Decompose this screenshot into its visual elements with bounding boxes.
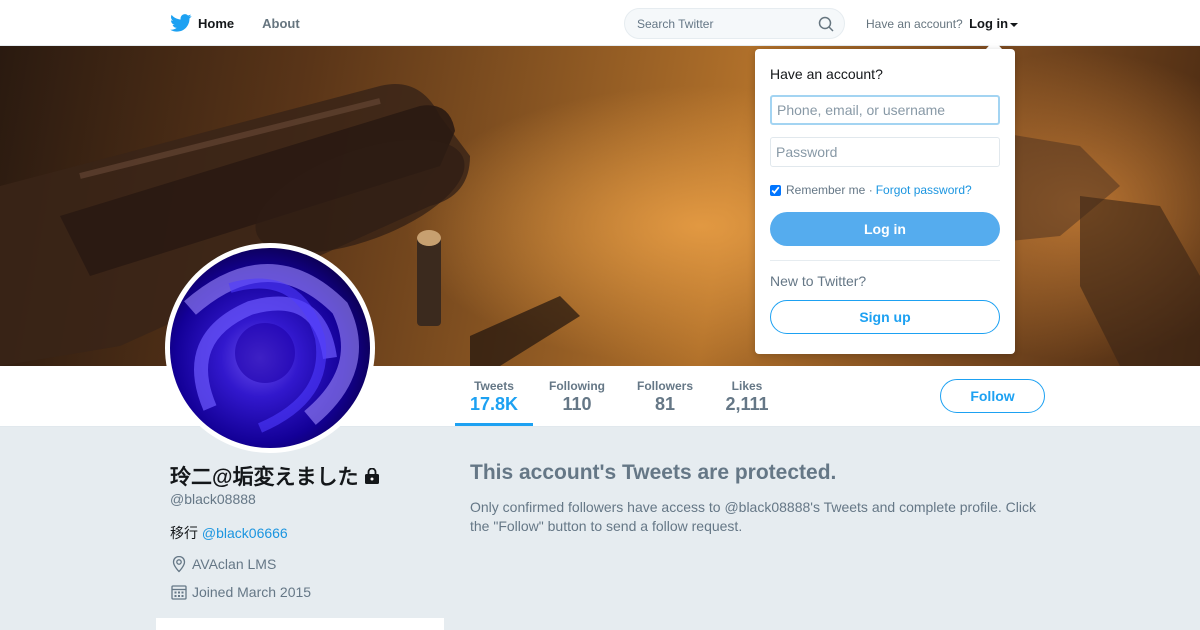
remember-row: Remember me · Forgot password? <box>770 183 972 197</box>
login-link-label: Log in <box>969 16 1009 31</box>
dropdown-caret <box>986 40 1002 49</box>
stat-label: Following <box>549 379 605 393</box>
sidebar-card <box>156 618 444 630</box>
dropdown-divider <box>770 260 1000 261</box>
profile-bio: 移行 @black06666 <box>170 523 288 543</box>
avatar[interactable] <box>165 243 375 453</box>
protected-description: Only confirmed followers have access to … <box>470 499 1037 534</box>
profile-joined: Joined March 2015 <box>170 583 311 601</box>
profile-name-text: 玲二@垢変えました <box>170 466 359 489</box>
caret-down-icon <box>1010 22 1019 27</box>
signup-button[interactable]: Sign up <box>770 300 1000 334</box>
calendar-icon <box>171 585 187 600</box>
bio-text: 移行 <box>170 525 202 541</box>
stat-value: 110 <box>562 394 592 414</box>
stat-label: Likes <box>731 379 763 393</box>
stat-following[interactable]: Following 110 <box>540 366 614 426</box>
login-dropdown: Have an account? Remember me · Forgot pa… <box>755 49 1015 354</box>
login-dropdown-title: Have an account? <box>770 66 883 82</box>
password-field[interactable] <box>770 137 1000 167</box>
profile-location: AVAclan LMS <box>170 555 276 573</box>
forgot-password-link[interactable]: Forgot password? <box>876 183 972 197</box>
follow-button[interactable]: Follow <box>940 379 1045 413</box>
location-pin-icon <box>172 555 186 573</box>
have-account-text: Have an account? <box>866 17 963 31</box>
location-text: AVAclan LMS <box>192 556 277 572</box>
avatar-image <box>170 248 370 448</box>
stat-label: Followers <box>636 379 693 393</box>
avatar-swirl <box>184 264 359 433</box>
protected-title: This account's Tweets are protected. <box>470 461 837 484</box>
account-prompt: Have an account? Log in <box>866 16 1019 31</box>
search-input[interactable]: Search Twitter <box>624 8 845 39</box>
nav-home-link[interactable]: Home <box>198 16 234 31</box>
login-dropdown-toggle[interactable]: Log in <box>969 16 1019 31</box>
remember-me-label: Remember me · <box>786 183 873 197</box>
profile-name: 玲二@垢変えました <box>170 461 380 491</box>
stat-likes[interactable]: Likes 2,111 <box>716 366 778 426</box>
top-nav: Home About Search Twitter Have an accoun… <box>0 0 1200 46</box>
login-button[interactable]: Log in <box>770 212 1000 246</box>
remember-me-checkbox[interactable] <box>770 184 781 196</box>
username-field[interactable] <box>770 95 1000 125</box>
twitter-bird-icon[interactable] <box>170 14 192 32</box>
stat-value: 17.8K <box>469 394 519 414</box>
stat-value: 2,111 <box>725 394 769 414</box>
lock-icon <box>365 468 380 484</box>
new-to-twitter-label: New to Twitter? <box>770 273 867 289</box>
search-icon[interactable] <box>818 16 834 32</box>
search-placeholder: Search Twitter <box>637 16 714 31</box>
joined-text: Joined March 2015 <box>192 584 312 600</box>
profile-handle[interactable]: @black08888 <box>170 491 256 507</box>
stat-label: Tweets <box>474 379 514 393</box>
nav-left: Home About <box>170 0 328 46</box>
stat-value: 81 <box>654 394 676 414</box>
stat-followers[interactable]: Followers 81 <box>628 366 702 426</box>
nav-about-link[interactable]: About <box>262 16 300 31</box>
bio-mention-link[interactable]: @black06666 <box>202 525 288 541</box>
stat-tweets[interactable]: Tweets 17.8K <box>455 366 533 426</box>
